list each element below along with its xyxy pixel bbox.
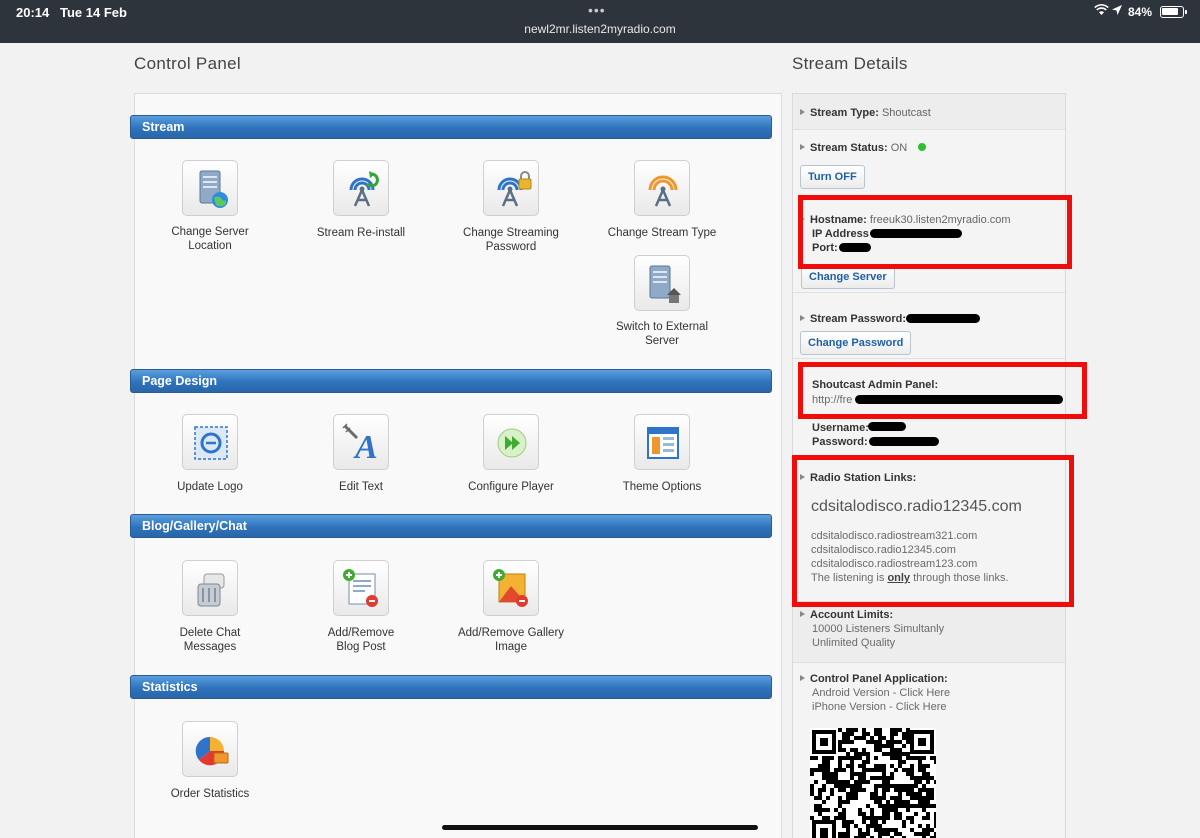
- svg-text:A: A: [353, 429, 378, 464]
- tile-label: Switch to External Server: [615, 321, 709, 347]
- tile-label: Add/Remove Gallery Image: [457, 627, 565, 653]
- antenna-lock-icon: [483, 160, 539, 216]
- tile-label: Stream Re-install: [316, 227, 406, 239]
- username-label: Username:: [812, 422, 869, 434]
- tile-theme-options[interactable]: Theme Options: [587, 414, 737, 494]
- chat-bin-icon: [182, 560, 238, 616]
- expand-triangle-icon: [800, 144, 805, 150]
- location-icon: [1112, 5, 1122, 15]
- status-on-icon: [918, 143, 927, 151]
- app-heading: Control Panel Application:: [800, 672, 948, 686]
- section-blog-gallery-chat: Blog/Gallery/Chat: [130, 514, 772, 538]
- tile-update-logo[interactable]: Update Logo: [135, 414, 285, 494]
- redaction-mark: [906, 314, 980, 323]
- tile-label: Configure Player: [468, 481, 554, 493]
- password-label: Password:: [812, 436, 868, 448]
- control-panel-title: Control Panel: [134, 54, 241, 73]
- tile-label: Change Server Location: [171, 226, 249, 252]
- stream-status-label: Stream Status:: [810, 142, 888, 154]
- tile-order-statistics[interactable]: Order Statistics: [135, 721, 285, 801]
- stream-type-label: Stream Type:: [810, 107, 879, 119]
- stream-details-title: Stream Details: [792, 54, 908, 73]
- status-bar: 20:14 Tue 14 Feb ••• newl2mr.listen2myra…: [0, 0, 1200, 43]
- stream-password: Stream Password:: [800, 312, 906, 326]
- battery-icon: [1160, 6, 1184, 18]
- home-indicator[interactable]: [442, 825, 758, 830]
- play-forward-icon: [483, 414, 539, 470]
- account-limits-heading: Account Limits:: [800, 608, 893, 622]
- turn-off-button[interactable]: Turn OFF: [800, 165, 865, 189]
- tile-change-streaming-password[interactable]: Change Streaming Password: [436, 160, 586, 254]
- highlight-box-links: [792, 455, 1074, 607]
- limit-listeners: 10000 Listeners Simultanly: [812, 623, 945, 635]
- edit-text-icon: A: [333, 414, 389, 470]
- gallery-add-remove-icon: [483, 560, 539, 616]
- stream-type: Stream Type: Shoutcast: [800, 106, 931, 120]
- tile-stream-reinstall[interactable]: Stream Re-install: [286, 160, 436, 240]
- section-stream: Stream: [130, 115, 772, 139]
- battery-percent: 84%: [1128, 5, 1153, 19]
- expand-triangle-icon: [800, 611, 805, 617]
- app-label: Control Panel Application:: [810, 673, 948, 685]
- qr-code-icon[interactable]: [810, 728, 936, 838]
- tile-switch-external-server[interactable]: Switch to External Server: [587, 255, 737, 348]
- tile-add-remove-blog-post[interactable]: Add/Remove Blog Post: [286, 560, 436, 654]
- limit-quality: Unlimited Quality: [812, 637, 896, 649]
- address-url[interactable]: newl2mr.listen2myradio.com: [0, 22, 1200, 36]
- change-password-button[interactable]: Change Password: [800, 331, 912, 355]
- section-page-design: Page Design: [130, 369, 772, 393]
- tile-change-stream-type[interactable]: Change Stream Type: [587, 160, 737, 240]
- iphone-link[interactable]: iPhone Version - Click Here: [812, 700, 947, 714]
- account-limits-label: Account Limits:: [810, 609, 894, 621]
- battery-nub: [1185, 10, 1187, 14]
- wifi-icon: [1094, 4, 1109, 15]
- pie-chart-icon: [182, 721, 238, 777]
- highlight-box-admin: [798, 362, 1087, 419]
- tile-configure-player[interactable]: Configure Player: [436, 414, 586, 494]
- tile-label: Order Statistics: [170, 788, 250, 800]
- tile-add-remove-gallery-image[interactable]: Add/Remove Gallery Image: [436, 560, 586, 654]
- highlight-box-server: [798, 195, 1072, 269]
- server-house-icon: [634, 255, 690, 311]
- antenna-orange-icon: [634, 160, 690, 216]
- logo-frame-icon: [182, 414, 238, 470]
- tile-label: Edit Text: [339, 481, 383, 493]
- tile-label: Theme Options: [622, 481, 702, 493]
- stream-type-value: Shoutcast: [881, 107, 931, 119]
- android-link[interactable]: Android Version - Click Here: [812, 686, 950, 700]
- status-date: Tue 14 Feb: [60, 5, 127, 20]
- more-dots-icon[interactable]: •••: [588, 2, 606, 18]
- tile-label: Add/Remove Blog Post: [327, 627, 395, 653]
- tile-delete-chat-messages[interactable]: Delete Chat Messages: [135, 560, 285, 654]
- tile-edit-text[interactable]: A Edit Text: [286, 414, 436, 494]
- section-statistics: Statistics: [130, 675, 772, 699]
- tile-label: Change Streaming Password: [463, 227, 559, 253]
- server-globe-icon: [182, 160, 238, 216]
- stream-status-value: ON: [890, 142, 908, 154]
- status-time: 20:14: [16, 5, 50, 20]
- battery-fill: [1162, 8, 1178, 15]
- blog-add-remove-icon: [333, 560, 389, 616]
- expand-triangle-icon: [800, 109, 805, 115]
- redaction-mark: [868, 422, 906, 431]
- stream-password-label: Stream Password:: [810, 313, 906, 325]
- redaction-mark: [869, 437, 939, 446]
- tile-label: Delete Chat Messages: [179, 627, 241, 653]
- expand-triangle-icon: [800, 675, 805, 681]
- theme-window-icon: [634, 414, 690, 470]
- expand-triangle-icon: [800, 315, 805, 321]
- stream-status: Stream Status: ON: [800, 141, 927, 155]
- tile-label: Update Logo: [177, 481, 243, 493]
- tile-change-server-location[interactable]: Change Server Location: [135, 160, 285, 253]
- antenna-refresh-icon: [333, 160, 389, 216]
- tile-label: Change Stream Type: [607, 227, 717, 239]
